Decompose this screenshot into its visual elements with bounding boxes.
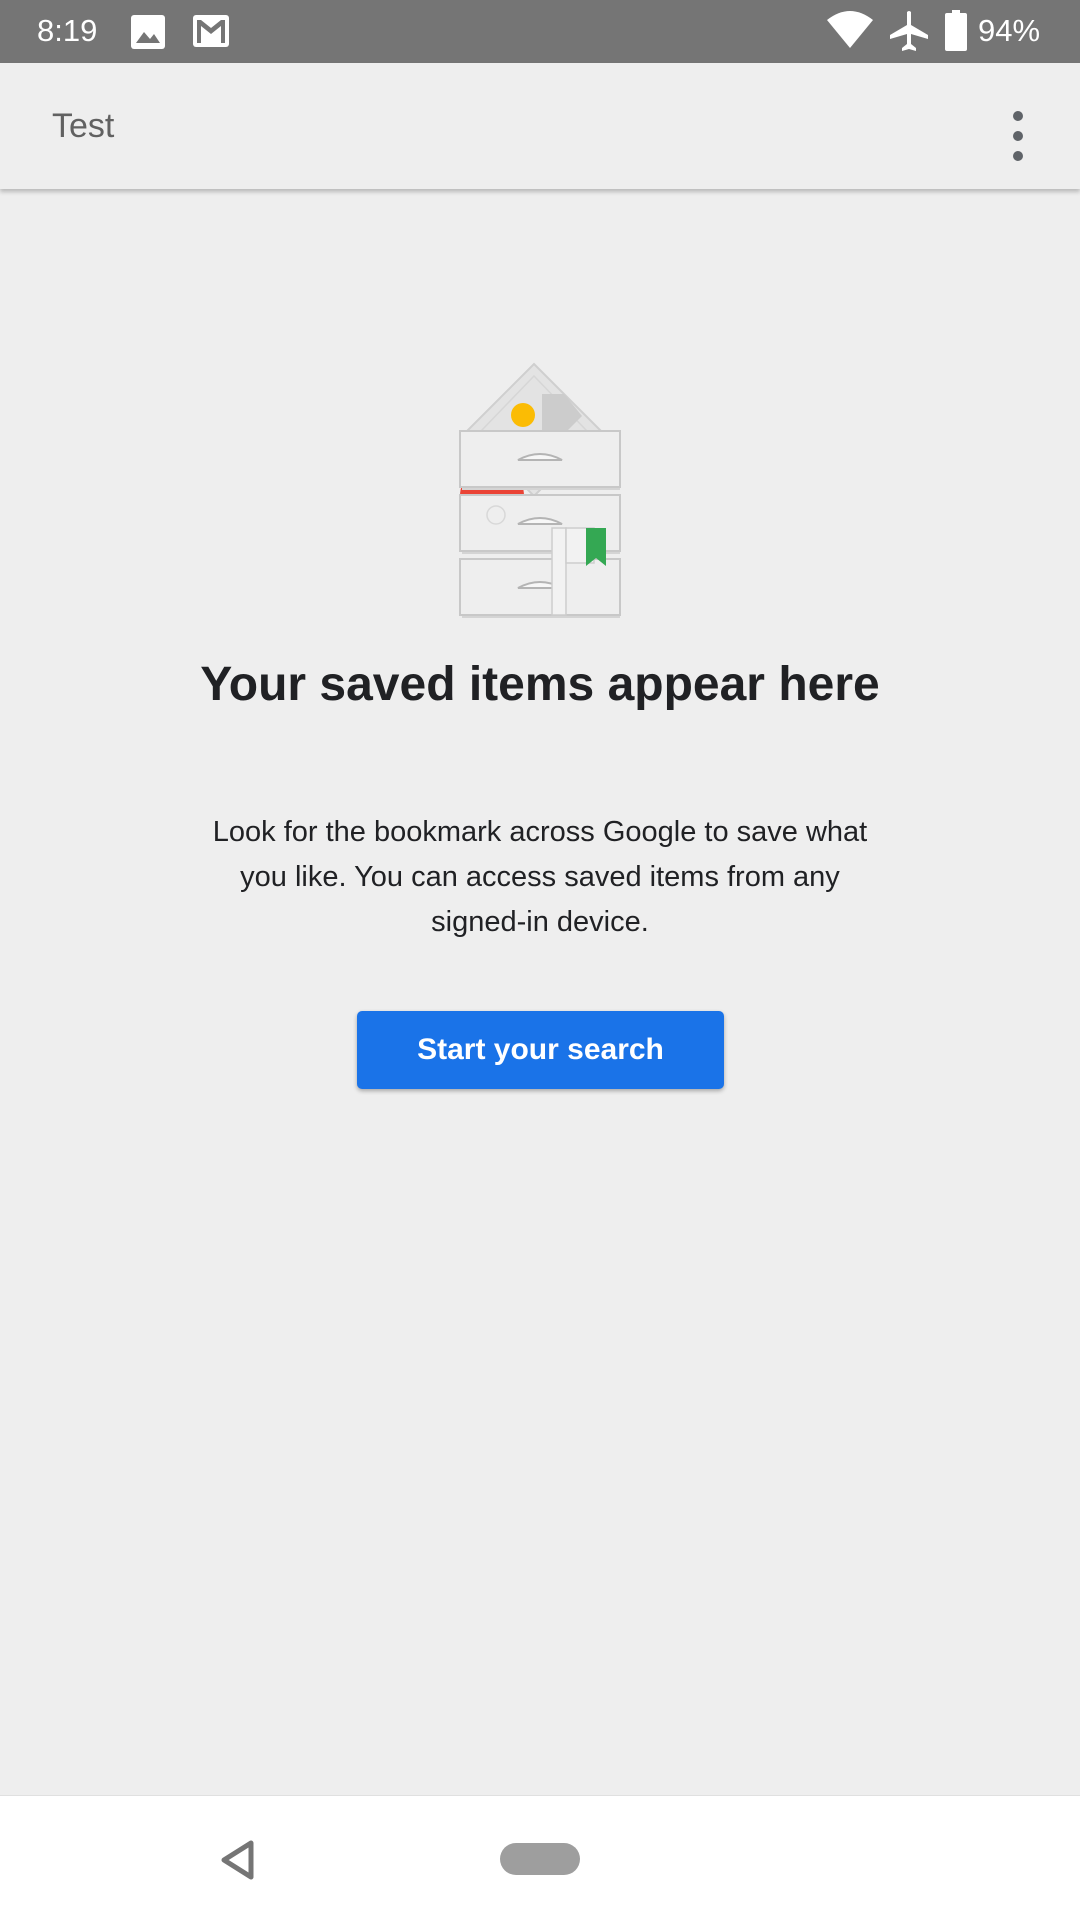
more-options-button[interactable]	[990, 86, 1046, 166]
start-your-search-button[interactable]: Start your search	[357, 1011, 724, 1089]
empty-state-heading: Your saved items appear here	[200, 658, 880, 711]
app-title: Test	[52, 107, 115, 145]
airplane-icon	[890, 11, 928, 51]
gmail-icon	[193, 15, 229, 47]
back-button[interactable]	[218, 1838, 258, 1882]
navigation-bar	[0, 1795, 1080, 1921]
status-time: 8:19	[37, 13, 98, 48]
status-bar: 8:19 94%	[0, 0, 1080, 63]
app-bar: Test	[0, 63, 1080, 189]
more-vert-icon	[1013, 111, 1023, 161]
wifi-icon	[827, 11, 873, 48]
empty-state-description: Look for the bookmark across Google to s…	[212, 816, 868, 938]
saved-items-drawers-illustration	[459, 362, 621, 618]
home-button[interactable]	[500, 1843, 580, 1875]
image-icon	[131, 15, 165, 49]
battery-icon	[945, 10, 967, 51]
battery-percentage: 94%	[978, 13, 1041, 48]
